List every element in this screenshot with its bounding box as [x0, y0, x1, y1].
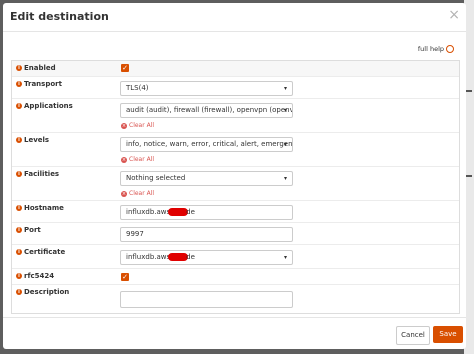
enabled-checkbox[interactable]: ✓	[121, 64, 129, 72]
applications-value: audit (audit), firewall (firewall), open…	[126, 106, 293, 114]
certificate-value-prefix: influxdb.aws	[126, 253, 171, 261]
hostname-label: i Hostname	[16, 204, 64, 212]
row-certificate: i Certificate influxdb.aws de ▾	[12, 244, 459, 269]
port-label: i Port	[16, 226, 41, 234]
row-hostname: i Hostname influxdb.aws de	[12, 200, 459, 223]
levels-label: i Levels	[16, 136, 49, 144]
info-icon[interactable]: i	[16, 273, 22, 279]
dialog-footer: Cancel Save	[3, 317, 466, 349]
clear-all-label: Clear All	[129, 190, 155, 197]
full-help-toggle[interactable]: full help	[418, 45, 454, 53]
description-label-text: Description	[24, 288, 70, 296]
info-icon[interactable]: i	[16, 137, 22, 143]
clear-all-label: Clear All	[129, 156, 155, 163]
caret-down-icon: ▾	[283, 175, 287, 182]
port-value: 9997	[126, 230, 144, 238]
row-applications: i Applications audit (audit), firewall (…	[12, 98, 459, 133]
hostname-value-suffix: de	[186, 208, 195, 216]
transport-select[interactable]: TLS(4) ▾	[120, 81, 293, 96]
edit-destination-dialog: Edit destination × full help i Enabled ✓…	[3, 3, 466, 349]
hostname-label-text: Hostname	[24, 204, 64, 212]
certificate-value-suffix: de	[186, 253, 195, 261]
levels-multiselect[interactable]: info, notice, warn, error, critical, ale…	[120, 137, 293, 152]
certificate-label: i Certificate	[16, 248, 65, 256]
port-label-text: Port	[24, 226, 41, 234]
facilities-label-text: Facilities	[24, 170, 60, 178]
enabled-label-text: Enabled	[24, 64, 56, 72]
hostname-input[interactable]: influxdb.aws de	[120, 205, 293, 220]
facilities-value: Nothing selected	[126, 174, 186, 182]
description-label: i Description	[16, 288, 69, 296]
background-fragment	[466, 90, 472, 92]
dialog-header: Edit destination ×	[3, 3, 466, 32]
certificate-select[interactable]: influxdb.aws de ▾	[120, 250, 293, 265]
levels-value: info, notice, warn, error, critical, ale…	[126, 140, 293, 148]
row-transport: i Transport TLS(4) ▾	[12, 76, 459, 99]
save-button[interactable]: Save	[433, 326, 463, 343]
row-description: i Description	[12, 284, 459, 314]
cancel-button[interactable]: Cancel	[396, 326, 430, 345]
facilities-clear-all[interactable]: × Clear All	[121, 190, 154, 197]
facilities-multiselect[interactable]: Nothing selected ▾	[120, 171, 293, 186]
info-icon[interactable]: i	[16, 289, 22, 295]
close-icon[interactable]: ×	[448, 8, 460, 22]
transport-label: i Transport	[16, 80, 62, 88]
rfc5424-label: i rfc5424	[16, 272, 54, 280]
toggle-circle-icon	[446, 45, 454, 53]
row-facilities: i Facilities Nothing selected ▾ × Clear …	[12, 166, 459, 201]
background-fragment	[466, 175, 472, 177]
facilities-label: i Facilities	[16, 170, 59, 178]
transport-label-text: Transport	[24, 80, 62, 88]
clear-icon: ×	[121, 122, 127, 129]
clear-icon: ×	[121, 156, 127, 163]
applications-clear-all[interactable]: × Clear All	[121, 122, 154, 129]
caret-down-icon: ▾	[283, 85, 287, 92]
levels-label-text: Levels	[24, 136, 50, 144]
levels-clear-all[interactable]: × Clear All	[121, 156, 154, 163]
applications-label-text: Applications	[24, 102, 73, 110]
info-icon[interactable]: i	[16, 249, 22, 255]
row-rfc5424: i rfc5424 ✓	[12, 268, 459, 285]
caret-down-icon: ▾	[283, 107, 287, 114]
rfc5424-label-text: rfc5424	[24, 272, 55, 280]
applications-label: i Applications	[16, 102, 73, 110]
enabled-label: i Enabled	[16, 64, 56, 72]
full-help-label: full help	[417, 45, 444, 53]
rfc5424-checkbox[interactable]: ✓	[121, 273, 129, 281]
row-port: i Port 9997	[12, 222, 459, 245]
dialog-title: Edit destination	[10, 10, 109, 23]
caret-down-icon: ▾	[283, 254, 287, 261]
clear-all-label: Clear All	[129, 122, 155, 129]
info-icon[interactable]: i	[16, 103, 22, 109]
info-icon[interactable]: i	[16, 81, 22, 87]
info-icon[interactable]: i	[16, 227, 22, 233]
info-icon[interactable]: i	[16, 205, 22, 211]
port-input[interactable]: 9997	[120, 227, 293, 242]
clear-icon: ×	[121, 190, 127, 197]
row-levels: i Levels info, notice, warn, error, crit…	[12, 132, 459, 167]
transport-value: TLS(4)	[126, 84, 149, 92]
info-icon[interactable]: i	[16, 65, 22, 71]
applications-multiselect[interactable]: audit (audit), firewall (firewall), open…	[120, 103, 293, 118]
info-icon[interactable]: i	[16, 171, 22, 177]
destination-form: i Enabled ✓ i Transport TLS(4) ▾ i Appli…	[11, 60, 460, 314]
hostname-value-prefix: influxdb.aws	[126, 208, 171, 216]
certificate-label-text: Certificate	[24, 248, 66, 256]
description-input[interactable]	[120, 291, 293, 308]
row-enabled: i Enabled ✓	[12, 61, 459, 76]
caret-down-icon: ▾	[283, 141, 287, 148]
